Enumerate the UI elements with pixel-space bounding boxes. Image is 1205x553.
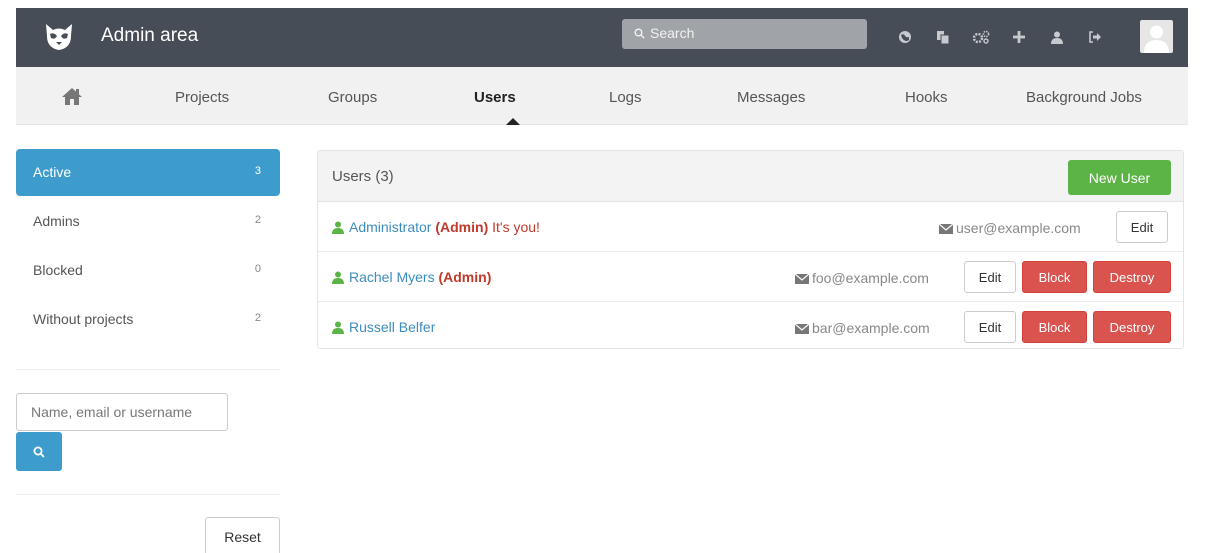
cogs-icon[interactable] <box>969 25 993 49</box>
users-panel-header: Users (3) New User <box>318 151 1183 202</box>
top-navbar: Admin area Search <box>16 8 1188 67</box>
nav-tab-hooks[interactable]: Hooks <box>905 89 948 106</box>
block-button[interactable]: Block <box>1022 311 1087 343</box>
user-name-line: Russell Belfer <box>349 319 435 335</box>
user-email-text[interactable]: foo@example.com <box>812 270 929 286</box>
nav-tab-logs[interactable]: Logs <box>609 89 642 106</box>
filter-blocked[interactable]: Blocked 0 <box>16 247 280 296</box>
user-email: bar@example.com <box>795 320 930 336</box>
home-icon[interactable] <box>61 87 83 106</box>
user-email: user@example.com <box>939 220 1081 236</box>
filter-label: Without projects <box>33 311 134 327</box>
user-name-link[interactable]: Administrator <box>349 219 431 235</box>
edit-button[interactable]: Edit <box>964 261 1016 293</box>
new-user-button[interactable]: New User <box>1068 160 1171 195</box>
user-icon <box>332 271 344 284</box>
filter-count: 0 <box>254 263 261 275</box>
filter-active[interactable]: Active 3 <box>16 149 280 196</box>
filter-count: 3 <box>254 165 261 177</box>
admin-nav: Projects Groups Users Logs Messages Hook… <box>16 67 1188 125</box>
user-email-text[interactable]: user@example.com <box>956 220 1081 236</box>
sidebar-divider <box>16 494 280 495</box>
sign-out-icon[interactable] <box>1083 25 1107 49</box>
reset-button[interactable]: Reset <box>205 517 280 553</box>
user-email-text[interactable]: bar@example.com <box>812 320 930 336</box>
filter-admins[interactable]: Admins 2 <box>16 198 280 247</box>
users-panel: Users (3) New User Administrator (Admin)… <box>317 150 1184 349</box>
edit-button[interactable]: Edit <box>1116 211 1168 243</box>
envelope-icon <box>795 274 809 284</box>
destroy-button[interactable]: Destroy <box>1093 261 1171 293</box>
filter-without-projects[interactable]: Without projects 2 <box>16 296 280 345</box>
user-icon <box>332 321 344 334</box>
filter-count: 2 <box>254 312 261 324</box>
nav-tab-projects[interactable]: Projects <box>175 89 229 106</box>
search-icon <box>634 28 645 39</box>
nav-tab-users[interactable]: Users <box>474 89 516 106</box>
user-row: Russell Belfer bar@example.com Edit Bloc… <box>318 302 1183 352</box>
nav-tab-messages[interactable]: Messages <box>737 89 805 106</box>
edit-button[interactable]: Edit <box>964 311 1016 343</box>
header-search-placeholder: Search <box>650 25 695 41</box>
user-search-input[interactable] <box>16 393 228 431</box>
filter-label: Admins <box>33 213 80 229</box>
block-button[interactable]: Block <box>1022 261 1087 293</box>
copy-icon[interactable] <box>931 25 955 49</box>
user-email: foo@example.com <box>795 270 929 286</box>
user-name-line: Administrator (Admin) It's you! <box>349 219 540 235</box>
nav-tab-groups[interactable]: Groups <box>328 89 377 106</box>
users-panel-title: Users (3) <box>332 168 394 185</box>
filter-label: Blocked <box>33 262 83 278</box>
user-search-button[interactable] <box>16 432 62 471</box>
sidebar-divider <box>16 369 280 370</box>
filter-label: Active <box>33 164 72 180</box>
user-row: Administrator (Admin) It's you! user@exa… <box>318 202 1183 252</box>
user-icon[interactable] <box>1045 25 1069 49</box>
user-name-link[interactable]: Rachel Myers <box>349 269 435 285</box>
user-row: Rachel Myers (Admin) foo@example.com Edi… <box>318 252 1183 302</box>
user-filter-sidebar: Active 3 Admins 2 Blocked 0 Without proj… <box>16 149 280 345</box>
user-avatar[interactable] <box>1140 20 1173 53</box>
app-title: Admin area <box>101 25 199 46</box>
envelope-icon <box>795 324 809 334</box>
gitlab-logo-icon[interactable] <box>42 20 76 54</box>
admin-badge: (Admin) <box>438 269 492 285</box>
header-search-input[interactable]: Search <box>622 19 867 49</box>
plus-icon[interactable] <box>1007 25 1031 49</box>
current-user-note: It's you! <box>492 219 540 235</box>
envelope-icon <box>939 224 953 234</box>
user-name-link[interactable]: Russell Belfer <box>349 319 435 335</box>
active-tab-caret <box>506 118 520 125</box>
filter-count: 2 <box>254 214 261 226</box>
destroy-button[interactable]: Destroy <box>1093 311 1171 343</box>
admin-badge: (Admin) <box>435 219 489 235</box>
user-name-line: Rachel Myers (Admin) <box>349 269 491 285</box>
globe-icon[interactable] <box>893 25 917 49</box>
search-icon <box>33 446 45 458</box>
user-icon <box>332 221 344 234</box>
header-icon-group <box>893 25 1121 49</box>
nav-tab-background-jobs[interactable]: Background Jobs <box>1026 89 1142 106</box>
